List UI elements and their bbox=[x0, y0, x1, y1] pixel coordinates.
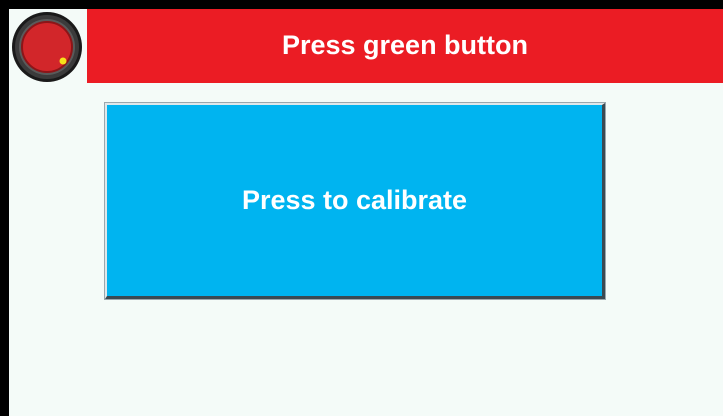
calibrate-button-label: Press to calibrate bbox=[241, 185, 468, 215]
page-title: Press green button bbox=[281, 30, 529, 60]
calibrate-button[interactable]: Press to calibrate bbox=[105, 103, 605, 299]
header-bar: Press green button bbox=[87, 9, 723, 83]
rotary-knob-icon bbox=[11, 11, 83, 83]
screen: Press green button Press to calibrate bbox=[9, 9, 723, 416]
